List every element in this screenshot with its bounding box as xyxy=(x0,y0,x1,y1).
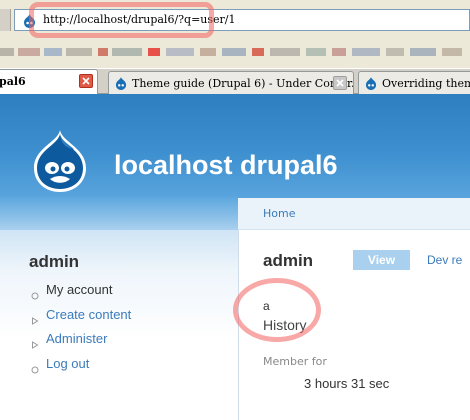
circle-bullet-icon xyxy=(31,359,39,378)
sidebar-item-my-account[interactable]: My account xyxy=(46,282,112,297)
history-letter: a xyxy=(263,299,270,313)
history-heading: History xyxy=(263,317,307,333)
site-name[interactable]: localhost drupal6 xyxy=(114,150,338,181)
member-for-value: 3 hours 31 sec xyxy=(304,376,390,391)
browser-tab-bar: pal6 Theme guide (Drupal 6) - Under Cons… xyxy=(0,68,470,95)
sidebar-block-title: admin xyxy=(29,252,80,271)
tab-label: Theme guide (Drupal 6) - Under Constr... xyxy=(132,77,354,90)
address-url: http://localhost/drupal6/?q=user/1 xyxy=(43,13,236,26)
tab-active[interactable]: pal6 xyxy=(0,69,98,95)
sidebar-item-administer[interactable]: Administer xyxy=(46,331,107,346)
drupal-logo-icon[interactable] xyxy=(30,128,90,198)
tab-view[interactable]: View xyxy=(353,250,410,270)
sidebar-item-create-content[interactable]: Create content xyxy=(46,307,131,322)
circle-bullet-icon xyxy=(31,285,39,304)
drupal-favicon-icon xyxy=(115,77,127,90)
drupal-favicon-icon xyxy=(23,13,36,28)
page-title: admin xyxy=(263,251,314,270)
close-tab-icon[interactable] xyxy=(333,76,347,90)
tab-label: pal6 xyxy=(0,75,26,88)
triangle-bullet-icon xyxy=(31,310,39,329)
member-for-label: Member for xyxy=(263,355,327,368)
tab-theme-guide[interactable]: Theme guide (Drupal 6) - Under Constr... xyxy=(108,71,354,95)
bookmarks-toolbar-blurred xyxy=(0,40,470,64)
toolbar-button-stub[interactable] xyxy=(0,9,11,31)
close-tab-icon[interactable] xyxy=(79,74,93,88)
address-bar[interactable]: http://localhost/drupal6/?q=user/1 xyxy=(14,9,470,31)
breadcrumb-home-link[interactable]: Home xyxy=(263,207,295,220)
drupal-favicon-icon xyxy=(365,77,377,90)
tab-overriding[interactable]: Overriding themab xyxy=(358,71,470,95)
triangle-bullet-icon xyxy=(31,334,39,353)
tab-dev-render[interactable]: Dev re xyxy=(427,253,462,267)
sidebar-top-band xyxy=(0,196,238,230)
sidebar-item-log-out[interactable]: Log out xyxy=(46,356,89,371)
tab-label: Overriding themab xyxy=(382,77,470,90)
